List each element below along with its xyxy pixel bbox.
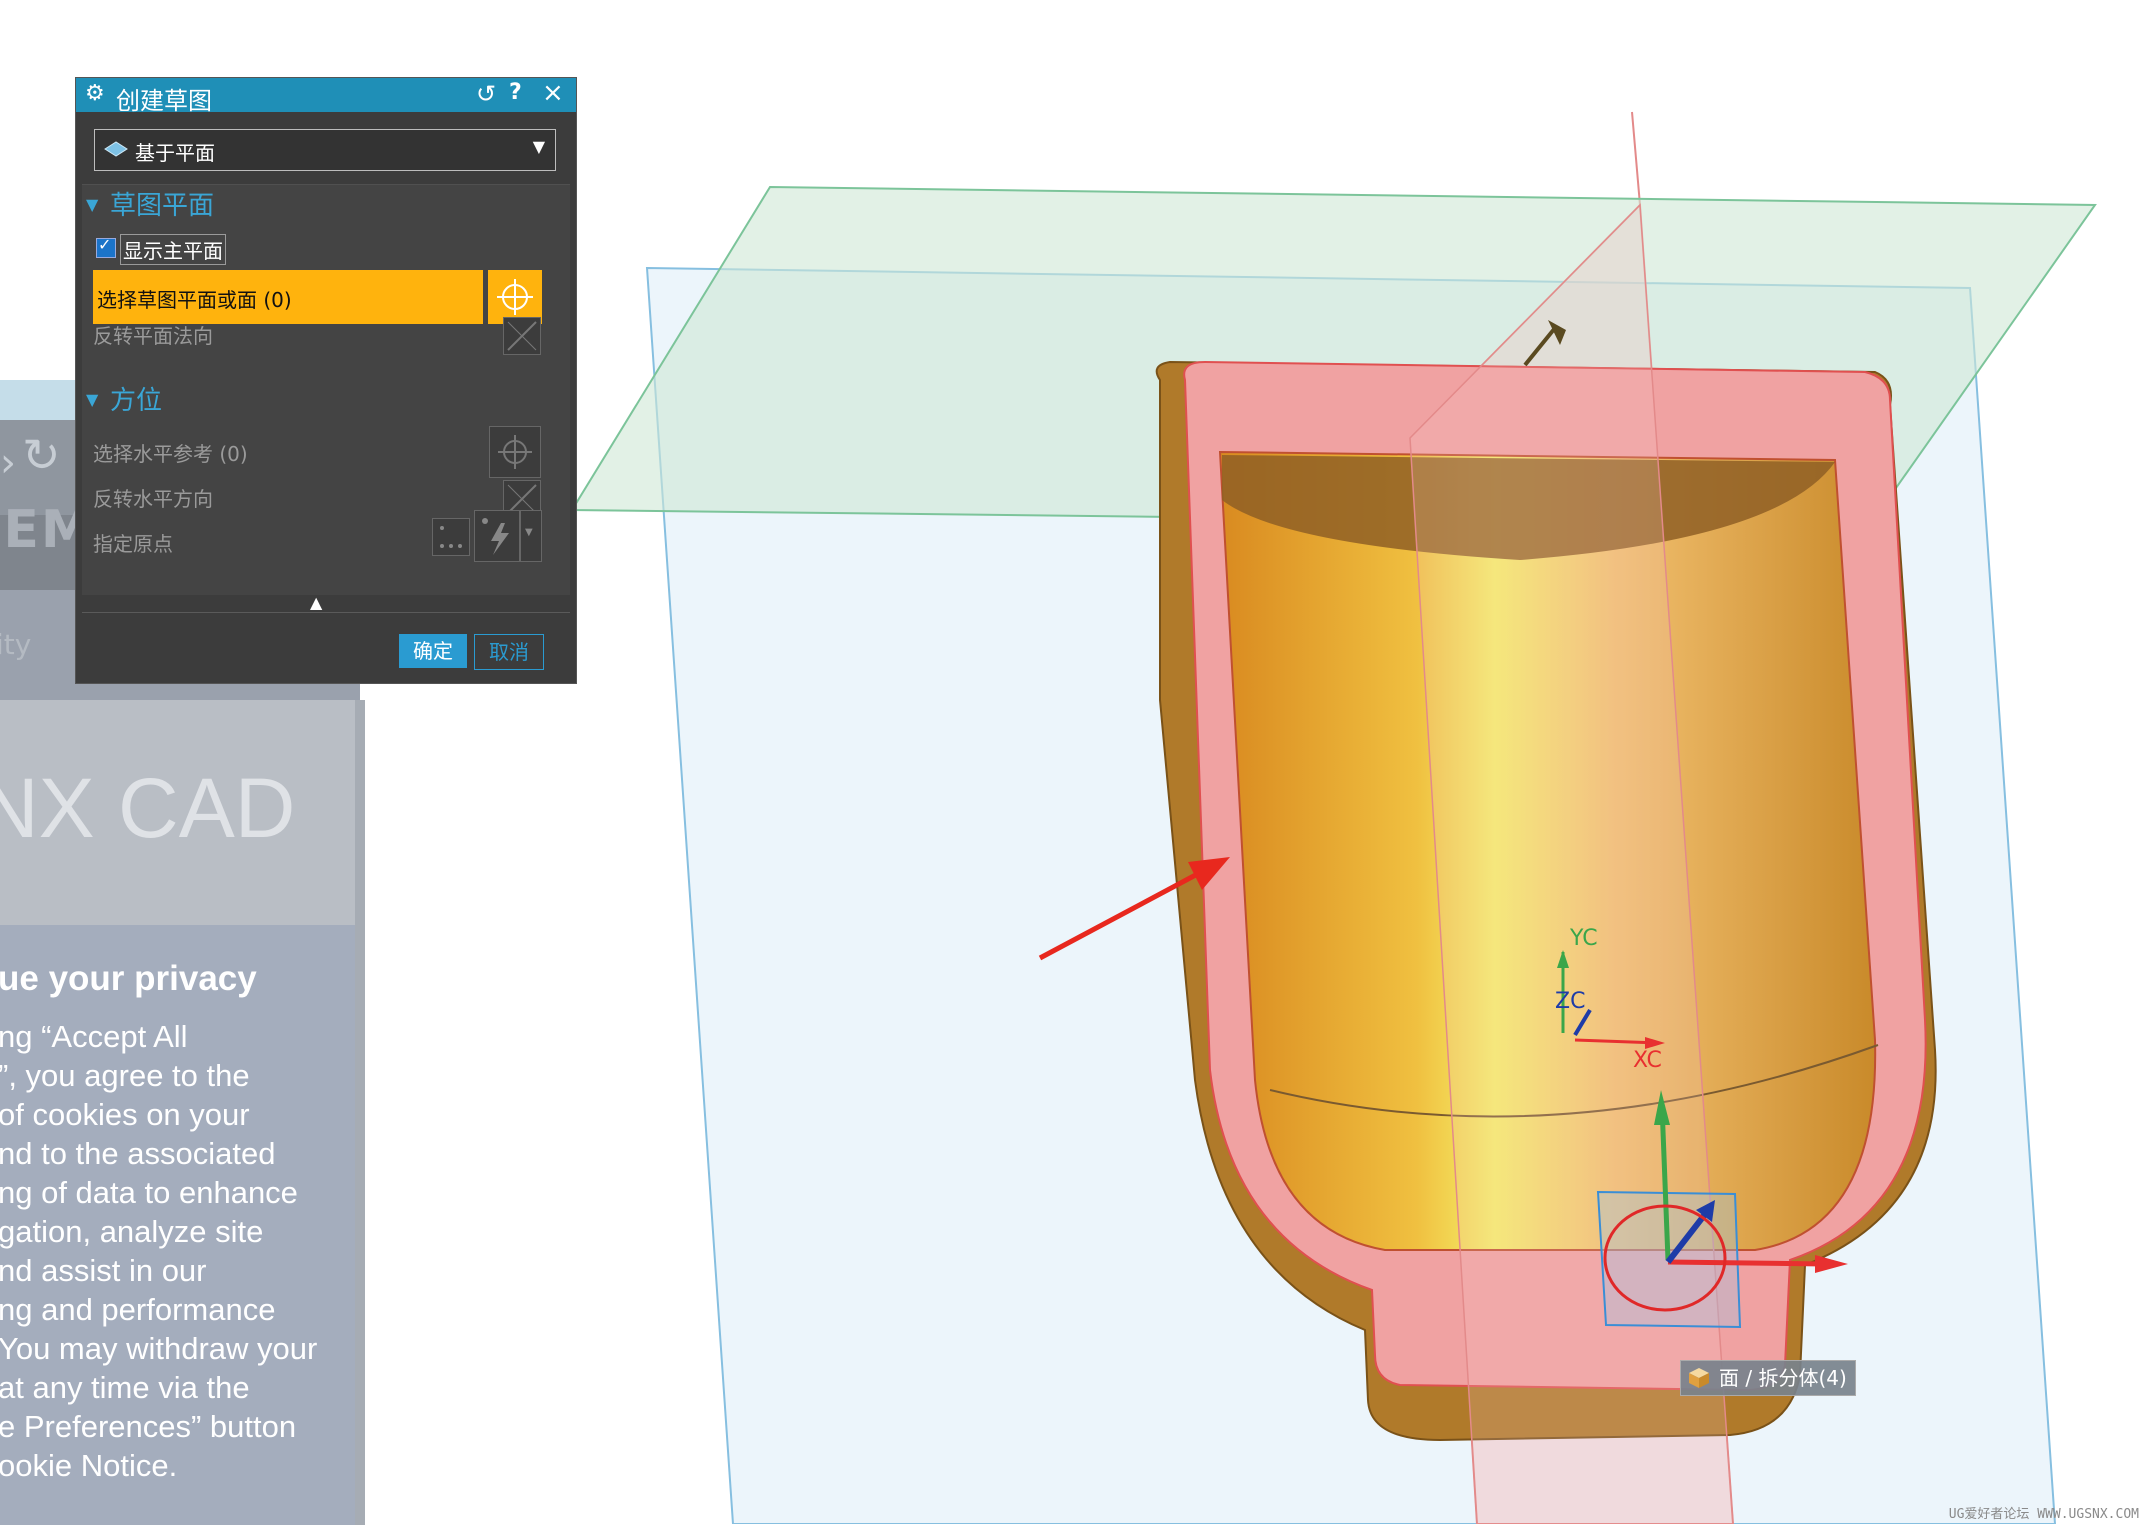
select-plane-crosshair-button[interactable] xyxy=(488,270,542,324)
collapse-icon[interactable]: ▼ xyxy=(86,390,98,409)
show-principal-plane-checkbox[interactable]: ✓ xyxy=(96,235,116,258)
select-horizontal-ref-label: 选择水平参考 (0) xyxy=(93,442,248,466)
flip-icon xyxy=(507,321,537,351)
reverse-normal-button[interactable] xyxy=(503,317,541,355)
dialog-divider xyxy=(82,612,570,613)
yc-label: YC xyxy=(1569,926,1598,951)
section-orientation-title[interactable]: 方位 xyxy=(110,380,162,417)
gear-icon: ⚙ xyxy=(85,81,105,106)
selection-tooltip-text: 面 / 拆分体(4) xyxy=(1719,1366,1847,1390)
collapse-icon[interactable]: ▼ xyxy=(86,195,98,214)
select-sketch-plane-row[interactable]: 选择草图平面或面 (0) xyxy=(93,270,483,324)
ok-button[interactable]: 确定 xyxy=(399,634,467,668)
crosshair-icon xyxy=(498,435,532,469)
dialog-title: 创建草图 xyxy=(116,87,212,115)
create-sketch-dialog: ⚙ 创建草图 ↺ ? × 基于平面 ▼ ▼ 草图平面 ✓ 显示主平面 选择草图平… xyxy=(75,77,577,684)
chevron-down-icon: ▼ xyxy=(525,527,533,538)
reverse-horizontal-label: 反转水平方向 xyxy=(93,487,213,511)
select-sketch-plane-label: 选择草图平面或面 (0) xyxy=(97,288,292,312)
inferred-point-button[interactable] xyxy=(474,510,520,562)
section-sketch-plane-title[interactable]: 草图平面 xyxy=(110,185,214,222)
manipulator-x-axis[interactable] xyxy=(1667,1259,1826,1267)
chevron-down-icon: ▼ xyxy=(532,137,545,156)
reverse-plane-normal-label: 反转平面法向 xyxy=(93,324,213,348)
selection-tooltip: 面 / 拆分体(4) xyxy=(1680,1360,1856,1396)
show-principal-plane-label[interactable]: 显示主平面 xyxy=(120,234,226,265)
chevron-up-icon[interactable]: ▲ xyxy=(310,593,322,612)
close-icon[interactable]: × xyxy=(542,78,564,108)
select-horizontal-ref-button[interactable] xyxy=(489,426,541,478)
crosshair-icon xyxy=(497,279,533,315)
body-icon xyxy=(1689,1368,1709,1388)
lightning-icon xyxy=(482,518,509,555)
sketch-type-dropdown[interactable]: 基于平面 ▼ xyxy=(94,129,556,171)
dialog-titlebar[interactable]: ⚙ 创建草图 ↺ ? × xyxy=(76,78,576,115)
specify-origin-label: 指定原点 xyxy=(93,532,173,556)
plane-icon xyxy=(104,141,128,157)
reset-icon[interactable]: ↺ xyxy=(476,80,496,108)
check-icon: ✓ xyxy=(98,235,112,254)
sketch-type-value: 基于平面 xyxy=(135,141,215,165)
point-dialog-icon xyxy=(440,526,462,548)
point-type-dropdown[interactable]: ▼ xyxy=(520,510,542,562)
zc-label: ZC xyxy=(1555,989,1585,1014)
watermark: UG爱好者论坛 WWW.UGSNX.COM xyxy=(1948,1507,2139,1522)
help-icon[interactable]: ? xyxy=(509,80,522,105)
point-dialog-button[interactable] xyxy=(432,518,470,556)
xc-label: XC xyxy=(1633,1048,1662,1073)
cancel-button[interactable]: 取消 xyxy=(474,634,544,670)
